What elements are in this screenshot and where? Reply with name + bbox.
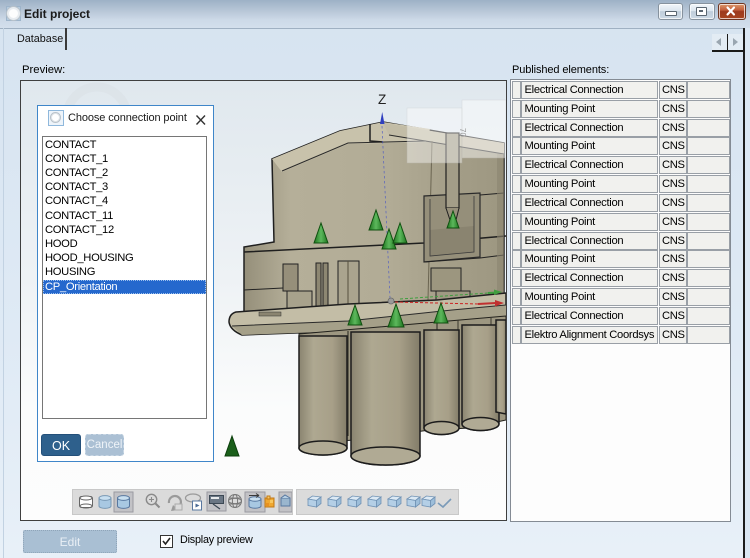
svg-text:70: 70 (458, 128, 467, 137)
svg-text:Z: Z (378, 92, 386, 107)
